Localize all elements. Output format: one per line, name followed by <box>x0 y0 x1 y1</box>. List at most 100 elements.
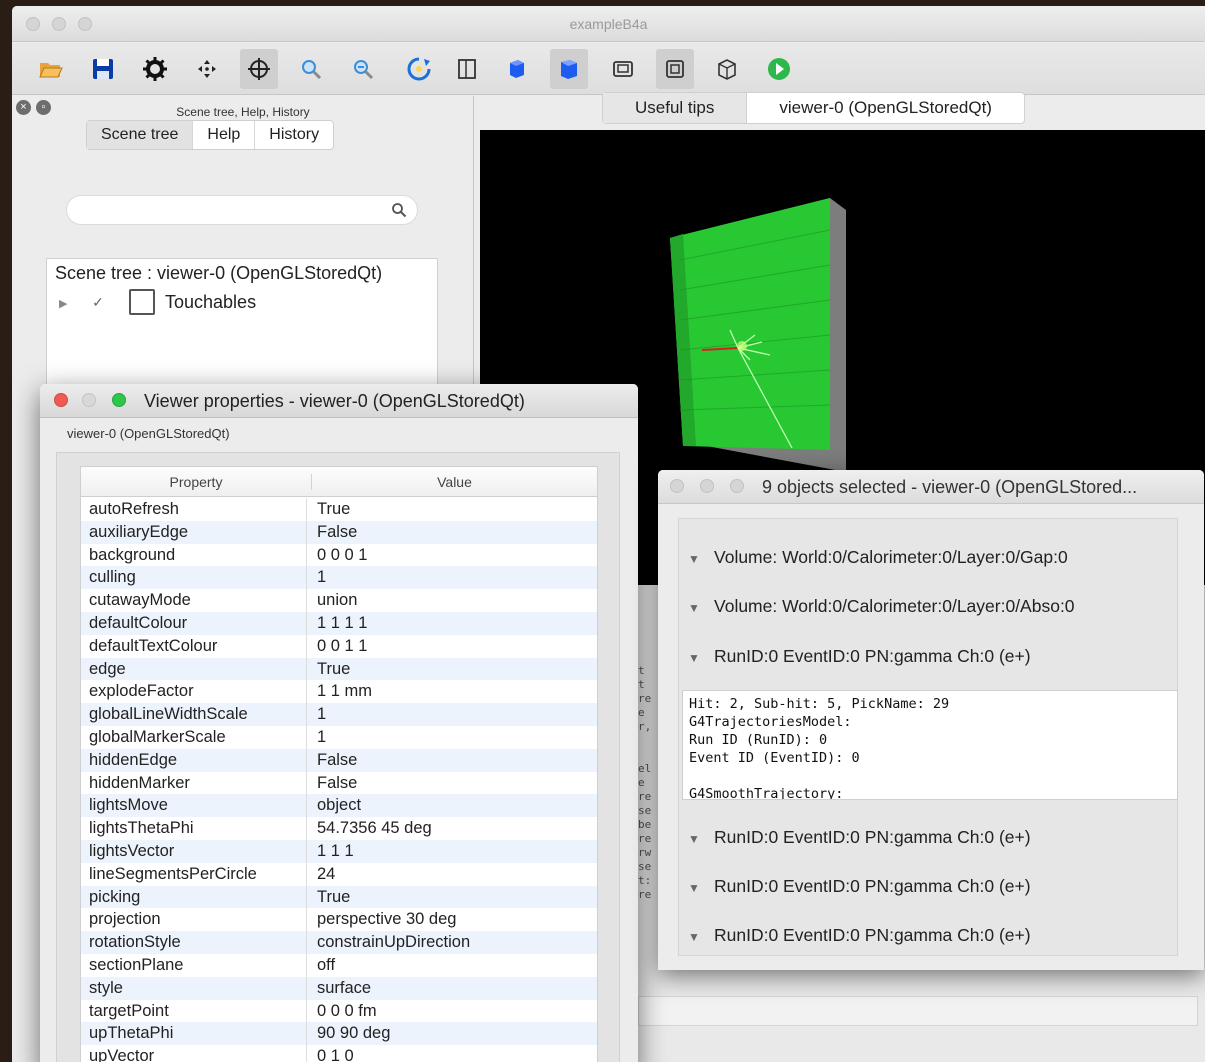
zoom-out-icon[interactable] <box>344 49 382 89</box>
table-row[interactable]: edge True <box>81 657 597 681</box>
pick-dialog-close-button[interactable] <box>670 479 684 493</box>
checkmark-icon[interactable]: ✓ <box>89 293 107 311</box>
table-row[interactable]: upVector 0 1 0 <box>81 1045 597 1062</box>
zoom-in-icon[interactable] <box>292 49 330 89</box>
table-row[interactable]: explodeFactor 1 1 mm <box>81 680 597 704</box>
property-value-cell[interactable]: True <box>317 498 350 520</box>
property-value-cell[interactable]: union <box>317 589 357 611</box>
table-row[interactable]: autoRefresh True <box>81 498 597 521</box>
table-row[interactable]: hiddenEdge False <box>81 748 597 772</box>
tab-useful-tips[interactable]: Useful tips <box>603 93 748 123</box>
dialog-close-button[interactable] <box>54 393 68 407</box>
table-row[interactable]: style surface <box>81 976 597 1000</box>
pick-item-volume-abso[interactable]: ▼ Volume: World:0/Calorimeter:0/Layer:0/A… <box>688 596 1075 617</box>
property-value-cell[interactable]: 1 1 1 1 <box>317 612 367 634</box>
wireframe-icon[interactable] <box>708 49 746 89</box>
table-row[interactable]: globalMarkerScale 1 <box>81 726 597 749</box>
expand-arrow-icon[interactable]: ▶ <box>59 297 67 310</box>
dialog-zoom-button[interactable] <box>112 393 126 407</box>
solid-selected-icon[interactable] <box>550 49 588 89</box>
command-input[interactable] <box>638 996 1198 1026</box>
table-row[interactable]: lightsMove object <box>81 794 597 818</box>
table-row[interactable]: defaultColour 1 1 1 1 <box>81 612 597 635</box>
table-row[interactable]: lineSegmentsPerCircle 24 <box>81 862 597 886</box>
perspective-icon[interactable] <box>604 49 642 89</box>
pick-item-volume-gap[interactable]: ▼ Volume: World:0/Calorimeter:0/Layer:0/G… <box>688 547 1068 568</box>
table-row[interactable]: targetPoint 0 0 0 fm <box>81 999 597 1023</box>
dock-title: Scene tree, Help, History <box>176 105 310 119</box>
property-value-cell[interactable]: 1 <box>317 566 326 588</box>
property-name-cell: sectionPlane <box>89 954 307 977</box>
tab-help[interactable]: Help <box>193 121 256 149</box>
property-value-cell[interactable]: perspective 30 deg <box>317 908 456 930</box>
property-value-cell[interactable]: 0 0 1 1 <box>317 635 367 657</box>
table-row[interactable]: lightsThetaPhi 54.7356 45 deg <box>81 817 597 840</box>
table-row[interactable]: picking True <box>81 885 597 909</box>
property-value-cell[interactable]: 0 1 0 <box>317 1045 354 1062</box>
property-value-cell[interactable]: 1 1 mm <box>317 680 372 702</box>
property-value-cell[interactable]: surface <box>317 977 371 999</box>
collapse-arrow-icon[interactable]: ▼ <box>688 881 714 895</box>
table-row[interactable]: projection perspective 30 deg <box>81 908 597 932</box>
column-header-value[interactable]: Value <box>311 474 597 490</box>
pick-item-trajectory[interactable]: ▼ RunID:0 EventID:0 PN:gamma Ch:0 (e+) <box>688 876 1031 897</box>
property-value-cell[interactable]: constrainUpDirection <box>317 931 470 953</box>
property-value-cell[interactable]: True <box>317 886 350 908</box>
property-value-cell[interactable]: False <box>317 772 357 794</box>
open-icon[interactable] <box>32 49 70 89</box>
tab-history[interactable]: History <box>255 121 333 149</box>
pick-dialog-minimize-button[interactable] <box>700 479 714 493</box>
property-value-cell[interactable]: 0 0 0 fm <box>317 1000 377 1022</box>
pick-crosshair-icon[interactable] <box>240 49 278 89</box>
table-row[interactable]: lightsVector 1 1 1 <box>81 840 597 863</box>
table-row[interactable]: background 0 0 0 1 <box>81 543 597 567</box>
table-row[interactable]: culling 1 <box>81 566 597 590</box>
pick-item-trajectory[interactable]: ▼ RunID:0 EventID:0 PN:gamma Ch:0 (e+) <box>688 827 1031 848</box>
touchables-checkbox[interactable] <box>129 289 155 315</box>
save-icon[interactable] <box>84 49 122 89</box>
column-header-property[interactable]: Property <box>81 474 311 490</box>
collapse-arrow-icon[interactable]: ▼ <box>688 930 714 944</box>
search-input[interactable] <box>66 195 418 225</box>
collapse-arrow-icon[interactable]: ▼ <box>688 552 714 566</box>
property-value-cell[interactable]: object <box>317 794 361 816</box>
table-row[interactable]: sectionPlane off <box>81 954 597 977</box>
table-row[interactable]: rotationStyle constrainUpDirection <box>81 931 597 954</box>
table-row[interactable]: cutawayMode union <box>81 589 597 612</box>
property-value-cell[interactable]: 1 <box>317 703 326 725</box>
property-value-cell[interactable]: 24 <box>317 863 335 885</box>
run-beam-icon[interactable] <box>760 49 798 89</box>
pick-detail-text[interactable]: Hit: 2, Sub-hit: 5, PickName: 29 G4Traje… <box>682 690 1178 800</box>
pick-item-trajectory[interactable]: ▼ RunID:0 EventID:0 PN:gamma Ch:0 (e+) <box>688 925 1031 946</box>
property-value-cell[interactable]: 90 90 deg <box>317 1022 390 1044</box>
collapse-arrow-icon[interactable]: ▼ <box>688 832 714 846</box>
property-value-cell[interactable]: True <box>317 658 350 680</box>
tab-scene-tree[interactable]: Scene tree <box>87 121 194 149</box>
tree-item-touchables[interactable]: Touchables <box>165 292 256 313</box>
pick-dialog-zoom-button[interactable] <box>730 479 744 493</box>
collapse-arrow-icon[interactable]: ▼ <box>688 601 714 615</box>
pick-item-trajectory[interactable]: ▼ RunID:0 EventID:0 PN:gamma Ch:0 (e+) <box>688 646 1031 667</box>
tab-viewer-0[interactable]: viewer-0 (OpenGLStoredQt) <box>747 93 1024 123</box>
property-value-cell[interactable]: 1 <box>317 726 326 748</box>
table-row[interactable]: upThetaPhi 90 90 deg <box>81 1022 597 1046</box>
solid-icon[interactable] <box>498 49 536 89</box>
table-row[interactable]: auxiliaryEdge False <box>81 520 597 544</box>
property-value-cell[interactable]: off <box>317 954 335 976</box>
ortho-icon[interactable] <box>656 49 694 89</box>
settings-gear-icon[interactable] <box>136 49 174 89</box>
dialog-minimize-button[interactable] <box>82 393 96 407</box>
table-row[interactable]: defaultTextColour 0 0 1 1 <box>81 634 597 658</box>
table-row[interactable]: globalLineWidthScale 1 <box>81 703 597 726</box>
collapse-arrow-icon[interactable]: ▼ <box>688 651 714 665</box>
property-value-cell[interactable]: False <box>317 749 357 771</box>
properties-table[interactable]: Property Value autoRefresh True auxiliaryE… <box>80 466 598 1062</box>
property-value-cell[interactable]: 54.7356 45 deg <box>317 817 432 839</box>
property-value-cell[interactable]: False <box>317 521 357 543</box>
move-icon[interactable] <box>188 49 226 89</box>
hidden-line-icon[interactable] <box>448 49 486 89</box>
property-value-cell[interactable]: 0 0 0 1 <box>317 544 367 566</box>
property-value-cell[interactable]: 1 1 1 <box>317 840 354 862</box>
rotate-icon[interactable] <box>400 49 438 89</box>
table-row[interactable]: hiddenMarker False <box>81 771 597 795</box>
